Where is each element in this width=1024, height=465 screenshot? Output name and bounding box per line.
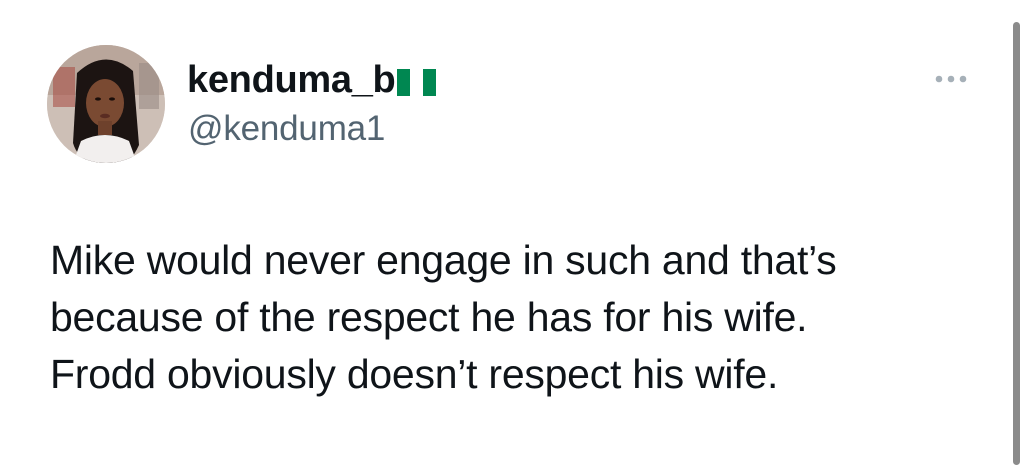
more-options-button[interactable] [930,66,972,92]
display-name[interactable]: kenduma_b [187,58,396,102]
avatar[interactable] [47,45,165,163]
author-handle[interactable]: @kenduma1 [188,108,385,150]
nigeria-flag-icon [397,68,437,96]
tweet-text: Mike would never engage in such and that… [50,237,837,397]
avatar-image [47,45,165,163]
tweet-card: kenduma_b @kenduma1 Mike would never eng… [0,0,1024,465]
more-horizontal-icon [935,75,967,83]
author-name-row[interactable]: kenduma_b [187,58,437,102]
scrollbar[interactable] [1008,0,1024,465]
scrollbar-thumb[interactable] [1013,22,1020,465]
